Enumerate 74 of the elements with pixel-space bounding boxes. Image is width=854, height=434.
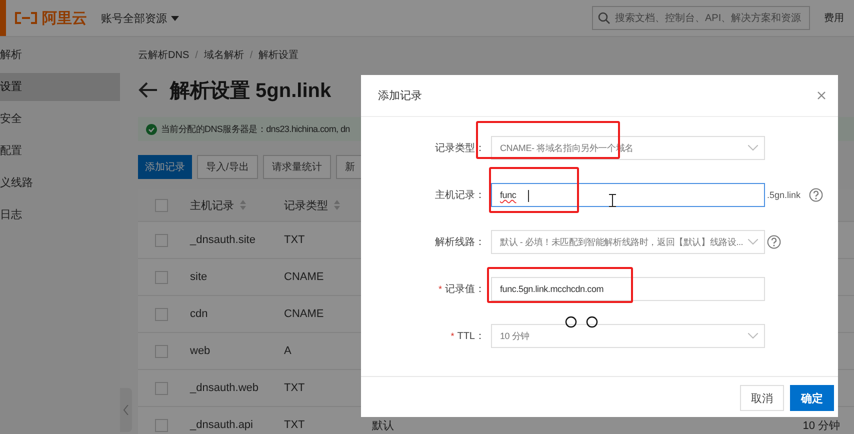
table-cell-text: TXT [284, 234, 306, 246]
check-circle-icon [146, 124, 157, 134]
sidebar-item[interactable]: 配置 [0, 137, 120, 165]
checkbox[interactable] [155, 344, 168, 358]
column-header: 记录类型 [284, 198, 328, 212]
sidebar-item[interactable]: 日志 [0, 201, 120, 229]
checkbox[interactable] [155, 382, 168, 394]
chevron-down-icon [748, 239, 758, 245]
toolbar-button[interactable]: 导入/导出 [197, 155, 258, 179]
toolbar-button[interactable]: 添加记录 [138, 155, 192, 179]
required-mark: * [438, 284, 442, 294]
breadcrumb-separator: / [195, 50, 198, 60]
field-label: 记录类型： [435, 142, 485, 155]
sort-icon [334, 200, 340, 210]
chevron-left-icon [123, 405, 129, 415]
dropdown[interactable]: 10 分钟 [491, 324, 765, 348]
sidebar-title: 解析 [0, 48, 23, 63]
account-menu[interactable]: 账号全部资源 [101, 10, 179, 26]
column-header: 主机记录 [190, 198, 234, 212]
table-cell-text: CNAME [284, 271, 325, 283]
field-label: 记录值： [445, 283, 485, 296]
breadcrumb-separator: / [250, 50, 253, 60]
top-link[interactable]: 费用 [824, 11, 844, 25]
domain-suffix: .5gn.link [767, 190, 801, 200]
checkbox[interactable] [155, 308, 168, 320]
required-mark: * [450, 331, 454, 341]
table-cell-text: _dnsauth.web [190, 382, 260, 394]
logo-strip [0, 0, 6, 36]
breadcrumb-item: 解析设置 [258, 48, 299, 62]
circles-drawing [565, 316, 598, 328]
table-cell-text: site [190, 271, 208, 283]
checkbox[interactable] [155, 418, 168, 432]
field-label: 主机记录： [435, 188, 485, 202]
sidebar-item[interactable]: 设置 [0, 73, 120, 101]
table-cell-text: CNAME [284, 308, 325, 320]
chevron-down-icon [748, 145, 758, 151]
chevron-down-icon [748, 333, 758, 339]
checkbox[interactable] [155, 198, 168, 212]
table-cell-text: _dnsauth.site [190, 234, 256, 246]
field-label: TTL： [457, 330, 485, 343]
table-cell-text: 10 分钟 [802, 418, 840, 432]
dialog-button[interactable]: 确定 [790, 385, 834, 411]
close-icon [817, 91, 826, 100]
back-arrow-icon [138, 82, 158, 98]
collapse-handle[interactable] [120, 388, 132, 432]
sidebar-item[interactable]: 义线路 [0, 169, 120, 197]
sort-icon [240, 200, 246, 210]
close-button[interactable] [815, 89, 828, 102]
text-cursor-icon [609, 194, 616, 207]
field-label: 解析线路： [435, 236, 485, 249]
table-cell-text: TXT [284, 419, 306, 431]
search-field[interactable]: 搜索文档、控制台、API、解决方案和资源 [592, 6, 810, 30]
caret-icon [171, 16, 179, 20]
dropdown[interactable]: 默认 - 必填！未匹配到智能解析线路时，返回【默认】线路设... [491, 230, 765, 254]
table-cell-text: web [190, 345, 212, 357]
dialog-title: 添加记录 [378, 89, 422, 103]
table-cell-text: _dnsauth.api [190, 419, 254, 431]
logo-text: 阿里云 [42, 8, 87, 28]
table-cell-text: A [284, 345, 292, 357]
sidebar-item[interactable]: 安全 [0, 105, 120, 133]
toolbar-button[interactable]: 新 [336, 155, 364, 179]
breadcrumb-item[interactable]: 域名解析 [204, 48, 244, 62]
checkbox[interactable] [155, 270, 168, 284]
dialog-button[interactable]: 取消 [740, 385, 784, 411]
table-cell-text: TXT [284, 382, 306, 394]
logo-icon [14, 11, 38, 25]
notice-text: 当前分配的DNS服务器是：dns23.hichina.com, dn [161, 122, 350, 136]
table-cell-text: cdn [190, 308, 209, 320]
table-cell-text: 默认 [372, 418, 394, 432]
checkbox[interactable] [155, 234, 168, 246]
page-title: 解析设置 5gn.link [170, 78, 332, 104]
breadcrumb-item[interactable]: 云解析DNS [138, 48, 190, 62]
toolbar-button[interactable]: 请求量统计 [262, 155, 331, 179]
search-icon [598, 12, 610, 24]
